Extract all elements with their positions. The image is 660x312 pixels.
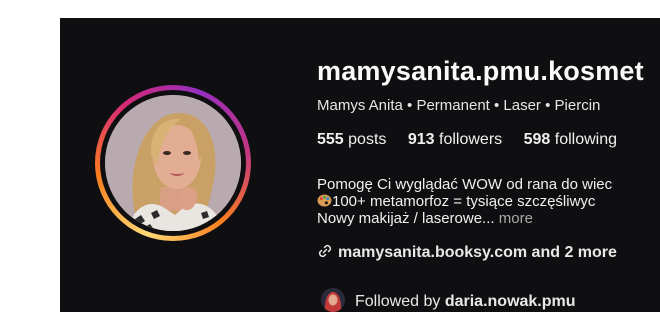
stat-following[interactable]: 598 following [524, 131, 617, 148]
stat-followers-count: 913 [407, 131, 435, 148]
stat-following-label: following [554, 131, 618, 148]
profile-stats: 555 posts 913 followers 598 following [317, 131, 634, 149]
bio-line-3-text: Nowy makijaż / laserowe... [317, 210, 495, 227]
profile-info: mamysanita.pmu.kosmet Mamys Anita • Perm… [317, 18, 660, 312]
bio-line-2-text: 100+ metamorfoz = tysiące szczęśliwyc [332, 193, 596, 210]
stat-following-count: 598 [523, 131, 551, 148]
profile-photo [105, 95, 241, 231]
link-icon [318, 244, 332, 258]
stat-posts-count: 555 [317, 131, 344, 148]
follower-photo [321, 288, 345, 312]
bio-line-3: Nowy makijaż / laserowe... more [317, 210, 612, 227]
stat-followers-label: followers [439, 131, 503, 148]
stat-posts: 555 posts [317, 131, 386, 148]
stat-posts-label: posts [348, 131, 387, 148]
avatar[interactable] [105, 95, 241, 231]
profile-full-name: Mamys Anita • Permanent • Laser • Pierci… [317, 97, 601, 114]
profile-bio: Pomogę Ci wyglądać WOW od rana do wiec 1… [317, 176, 612, 227]
stat-followers[interactable]: 913 followers [408, 131, 502, 148]
followed-by[interactable]: Followed by daria.nowak.pmu [321, 288, 576, 312]
followed-by-user[interactable]: daria.nowak.pmu [445, 293, 576, 310]
followed-by-prefix: Followed by [355, 293, 441, 310]
profile-avatar-story-ring[interactable] [95, 85, 251, 241]
bio-line-1: Pomogę Ci wyglądać WOW od rana do wiec [317, 176, 613, 193]
link-text: mamysanita.booksy.com and 2 more [338, 244, 617, 261]
profile-header: mamysanita.pmu.kosmet Mamys Anita • Perm… [60, 18, 660, 312]
bio-line-2: 100+ metamorfoz = tysiące szczęśliwyc [317, 193, 612, 210]
profile-external-link[interactable]: mamysanita.booksy.com and 2 more [317, 243, 617, 262]
profile-username: mamysanita.pmu.kosmet [317, 56, 644, 86]
palette-emoji-icon [317, 194, 332, 207]
follower-avatar [321, 288, 345, 312]
bio-more-link[interactable]: more [499, 210, 533, 227]
